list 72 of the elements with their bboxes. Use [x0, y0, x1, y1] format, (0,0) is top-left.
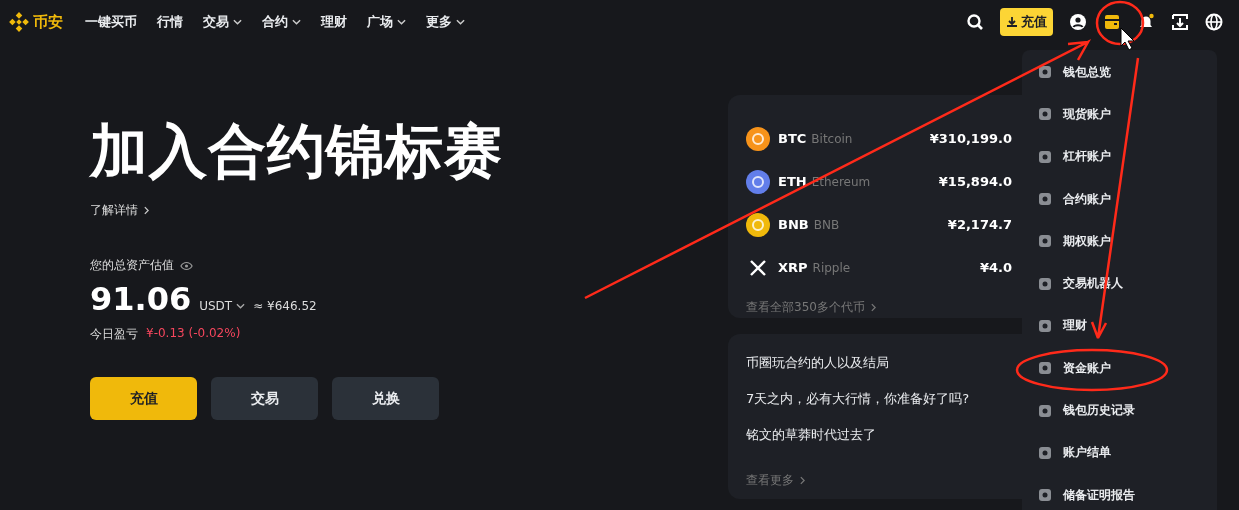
chevron-icon: [800, 476, 805, 485]
user-icon[interactable]: [1069, 13, 1087, 31]
menu-item[interactable]: 现货账户: [1022, 93, 1217, 136]
account-icon: [1037, 191, 1053, 208]
nav-item[interactable]: 更多: [426, 13, 465, 31]
nav-item[interactable]: 行情: [157, 13, 183, 31]
menu-item[interactable]: 账户结单: [1022, 431, 1217, 474]
account-icon: [1037, 360, 1053, 377]
cursor-icon: [1120, 27, 1135, 51]
caret-icon: [236, 303, 246, 309]
account-icon: [1037, 148, 1053, 165]
learn-more-link[interactable]: 了解详情: [90, 202, 728, 219]
view-more-link[interactable]: 查看更多: [746, 472, 1020, 489]
news-link[interactable]: 铭文的草莽时代过去了: [746, 426, 1020, 462]
deposit-button[interactable]: 充值: [90, 377, 197, 420]
download-icon: [1006, 16, 1018, 28]
menu-item[interactable]: 资金账户: [1022, 347, 1217, 390]
chevron-icon: [144, 206, 149, 215]
account-icon: [1037, 275, 1053, 292]
menu-item[interactable]: 储备证明报告: [1022, 473, 1217, 510]
menu-item[interactable]: 理财: [1022, 304, 1217, 348]
coin-symbol: BTC: [778, 131, 807, 146]
coin-name: Bitcoin: [811, 131, 853, 146]
coin-symbol: BNB: [778, 217, 809, 232]
coin-name: Ethereum: [811, 174, 871, 189]
account-icon: [1037, 106, 1053, 123]
account-icon: [1037, 402, 1053, 419]
coin-name: BNB: [813, 217, 840, 232]
account-icon: [1037, 64, 1053, 81]
menu-item[interactable]: 杠杆账户: [1022, 135, 1217, 178]
action-button[interactable]: 交易: [211, 377, 318, 420]
nav-item[interactable]: 一键买币: [85, 13, 137, 31]
menu-item[interactable]: 钱包总览: [1022, 51, 1217, 94]
nav-item[interactable]: 交易: [203, 13, 242, 31]
wallet-icon[interactable]: [1103, 13, 1121, 31]
coin-price: ¥310,199.0: [929, 131, 1012, 146]
view-all-link[interactable]: 查看全部350多个代币: [746, 299, 1020, 316]
pnl-label: 今日盈亏: [90, 326, 138, 343]
search-icon[interactable]: [966, 13, 984, 31]
news-link[interactable]: 币圈玩合约的人以及结局: [746, 354, 1020, 390]
annotation-circle: [1095, 0, 1145, 46]
eye-icon[interactable]: [180, 260, 193, 271]
globe-icon[interactable]: [1205, 13, 1223, 31]
nav-item[interactable]: 合约: [262, 13, 301, 31]
fiat-value: ≈ ¥646.52: [253, 299, 317, 313]
pnl-value: ¥-0.13 (-0.02%): [146, 326, 241, 342]
coin-name: Ripple: [812, 260, 851, 275]
menu-item[interactable]: 合约账户: [1022, 177, 1217, 221]
currency-selector[interactable]: USDT: [199, 299, 246, 313]
coin-price: ¥4.0: [979, 260, 1012, 275]
nav-item[interactable]: 广场: [367, 13, 406, 31]
coin-price: ¥2,174.7: [947, 217, 1012, 232]
balance-label: 您的总资产估值: [90, 257, 174, 274]
account-icon: [1037, 233, 1053, 250]
menu-item[interactable]: 期权账户: [1022, 220, 1217, 263]
transfer-icon[interactable]: [1171, 13, 1189, 31]
action-button[interactable]: 兑换: [332, 377, 439, 420]
nav-item[interactable]: 理财: [321, 13, 347, 31]
coin-symbol: XRP: [778, 260, 808, 275]
coin-symbol: ETH: [778, 174, 807, 189]
coin-price: ¥15,894.0: [938, 174, 1012, 189]
logo-text[interactable]: 币安: [33, 12, 63, 32]
account-icon: [1037, 444, 1053, 461]
chevron-icon: [870, 303, 876, 312]
deposit-button[interactable]: 充值: [1000, 8, 1053, 36]
account-icon: [1037, 487, 1053, 504]
menu-item[interactable]: 钱包历史记录: [1022, 389, 1217, 432]
balance-value: 91.06: [90, 280, 192, 318]
news-link[interactable]: 7天之内，必有大行情，你准备好了吗?: [746, 390, 1020, 426]
hero-title: 加入合约锦标赛: [90, 116, 504, 186]
logo-icon: [8, 11, 30, 33]
account-icon: [1037, 317, 1053, 334]
